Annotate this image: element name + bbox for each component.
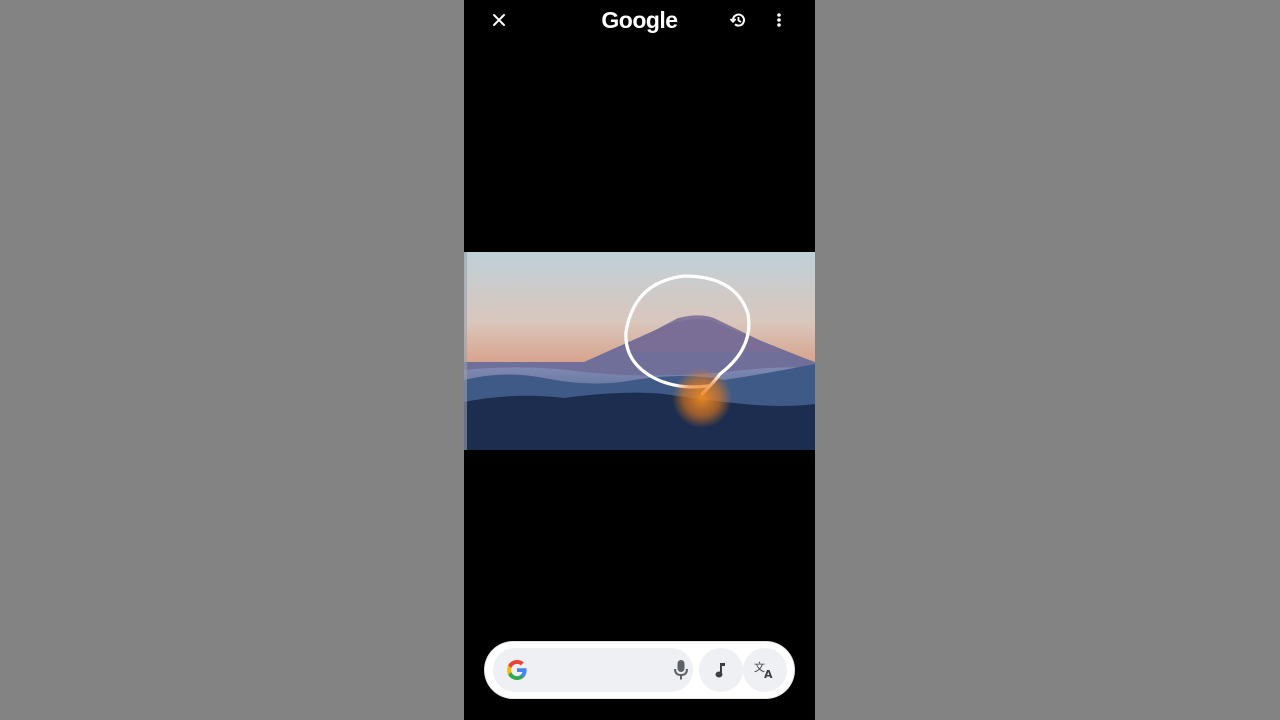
google-logo: Google — [601, 7, 678, 33]
history-button[interactable] — [723, 5, 753, 35]
more-vert-icon — [777, 13, 781, 27]
song-search-button[interactable] — [699, 648, 743, 692]
screen-background: Google 文 A — [0, 0, 1280, 720]
search-input[interactable] — [493, 648, 693, 692]
google-g-icon — [507, 660, 527, 680]
history-icon — [729, 13, 745, 27]
voice-search-button[interactable] — [669, 658, 693, 682]
mic-icon — [674, 660, 688, 680]
phone-screen: Google 文 A — [464, 0, 815, 720]
top-bar: Google — [464, 0, 815, 42]
search-bar: 文 A — [485, 642, 794, 698]
music-note-icon — [715, 663, 725, 678]
captured-image[interactable] — [464, 252, 815, 450]
svg-text:A: A — [764, 668, 773, 680]
touch-indicator — [672, 368, 732, 428]
translate-button[interactable]: 文 A — [743, 648, 787, 692]
mountain-photo — [464, 252, 815, 450]
translate-icon: 文 A — [754, 660, 773, 680]
more-options-button[interactable] — [764, 5, 794, 35]
